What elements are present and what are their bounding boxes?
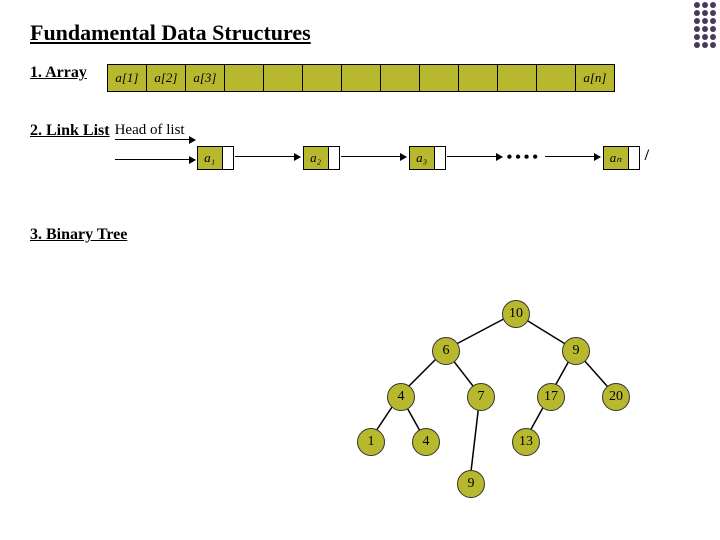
list-node: a₂ [303, 146, 340, 170]
node-pointer [222, 147, 233, 169]
section-array-label: 1. Array [30, 64, 87, 82]
tree-node: 6 [432, 337, 460, 365]
array-cell [420, 65, 459, 91]
array-cell [459, 65, 498, 91]
node-value: a₃ [410, 147, 434, 169]
tree-node: 9 [457, 470, 485, 498]
binary-tree-diagram: 10 6 9 4 7 17 20 1 4 13 9 [350, 295, 670, 525]
array-cell [537, 65, 576, 91]
tree-node: 9 [562, 337, 590, 365]
array-cell [342, 65, 381, 91]
tree-node: 17 [537, 383, 565, 411]
node-pointer [434, 147, 445, 169]
node-pointer [328, 147, 339, 169]
list-node: a₁ [197, 146, 234, 170]
section-tree-label: 3. Binary Tree [30, 226, 127, 244]
node-value: a₂ [304, 147, 328, 169]
array-diagram: a[1] a[2] a[3] a[n] [107, 64, 615, 92]
linklist-diagram: a₁ a₂ a₃ •••• aₙ / [115, 141, 675, 171]
tree-node: 13 [512, 428, 540, 456]
list-node: aₙ [603, 146, 640, 170]
array-cell: a[1] [108, 65, 147, 91]
ellipsis: •••• [507, 149, 541, 167]
array-cell [264, 65, 303, 91]
section-linklist-label: 2. Link List [30, 122, 110, 140]
list-node: a₃ [409, 146, 446, 170]
array-cell: a[3] [186, 65, 225, 91]
node-value: a₁ [198, 147, 222, 169]
array-cell [225, 65, 264, 91]
tree-node: 4 [412, 428, 440, 456]
array-cell: a[2] [147, 65, 186, 91]
array-cell [303, 65, 342, 91]
node-value: aₙ [604, 147, 628, 169]
tree-node: 7 [467, 383, 495, 411]
array-cell: a[n] [576, 65, 614, 91]
decorative-dots [694, 2, 716, 48]
terminator: / [645, 147, 649, 165]
node-pointer [628, 147, 639, 169]
page-title: Fundamental Data Structures [30, 20, 690, 46]
array-cell [498, 65, 537, 91]
tree-node: 20 [602, 383, 630, 411]
tree-node: 1 [357, 428, 385, 456]
tree-node: 10 [502, 300, 530, 328]
tree-node: 4 [387, 383, 415, 411]
linklist-head-label: Head of list [115, 122, 675, 139]
array-cell [381, 65, 420, 91]
